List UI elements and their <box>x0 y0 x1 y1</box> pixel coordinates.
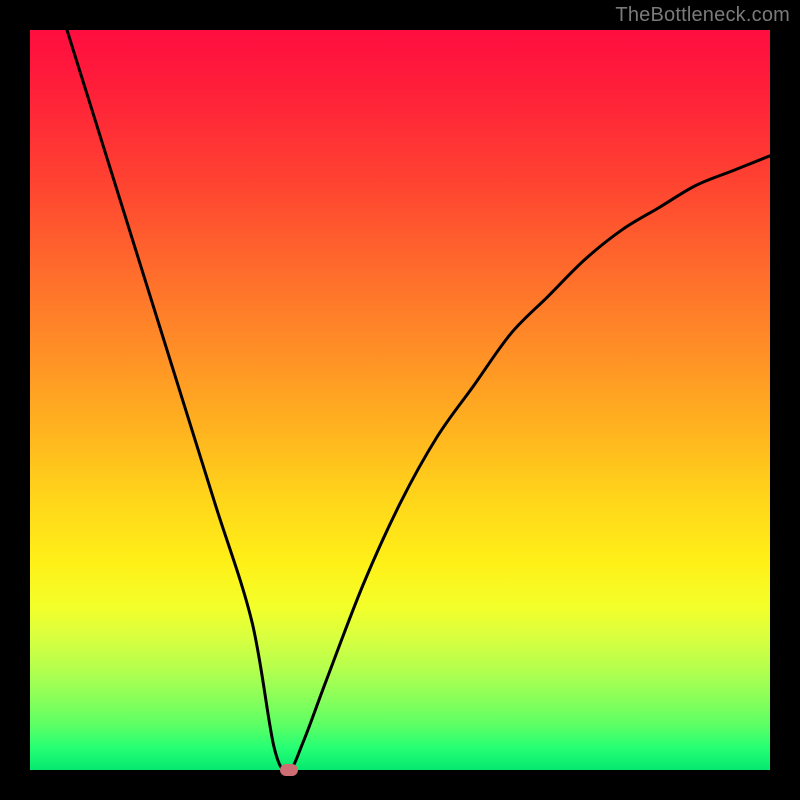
curve-svg <box>30 30 770 770</box>
bottleneck-curve <box>67 30 770 770</box>
chart-frame: TheBottleneck.com <box>0 0 800 800</box>
watermark-text: TheBottleneck.com <box>615 4 790 27</box>
plot-area <box>30 30 770 770</box>
minimum-marker <box>280 764 298 776</box>
